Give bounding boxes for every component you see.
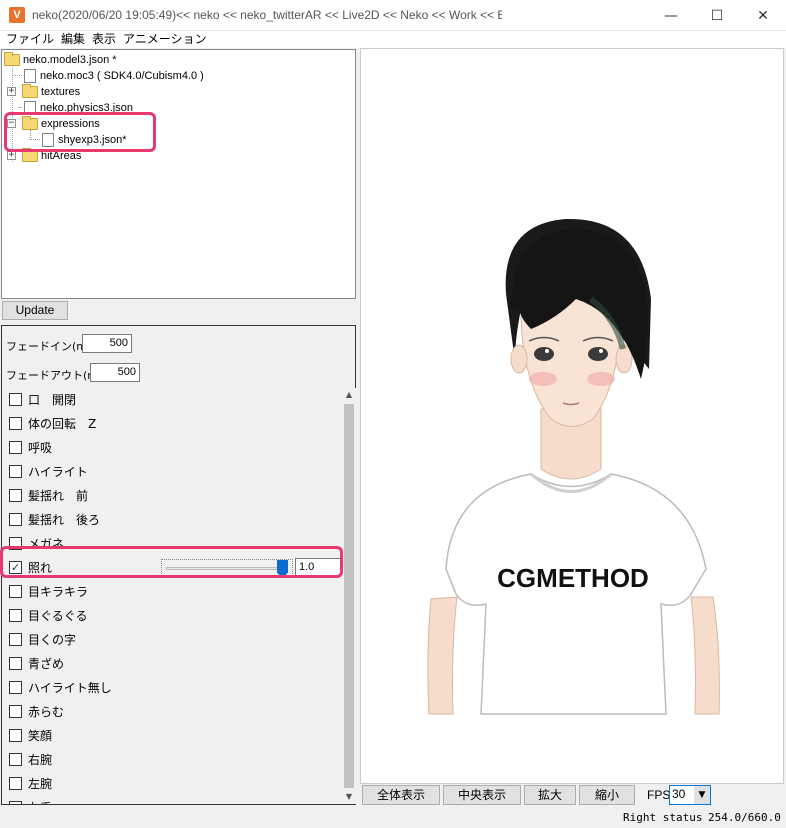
tree-item-moc[interactable]: neko.moc3 ( SDK4.0/Cubism4.0 ): [22, 68, 204, 84]
menu-animation[interactable]: アニメーション: [121, 31, 212, 48]
param-row[interactable]: 青ざめ: [4, 652, 341, 674]
param-row[interactable]: 目ぐるぐる: [4, 604, 341, 626]
scroll-down-arrow-icon[interactable]: ▼: [342, 790, 356, 804]
param-label: 口 開閉: [28, 392, 77, 407]
param-checkbox[interactable]: [9, 704, 22, 718]
folder-icon: [4, 52, 20, 66]
param-checkbox[interactable]: [9, 680, 22, 694]
param-checkbox[interactable]: [9, 800, 22, 804]
param-row[interactable]: 目くの字: [4, 628, 341, 650]
tree-item-textures[interactable]: textures: [22, 84, 80, 100]
cursor-coords: 254.0/660.0: [708, 811, 781, 824]
param-row[interactable]: 髪揺れ 前: [4, 484, 341, 506]
param-checkbox[interactable]: [9, 584, 22, 598]
param-label: 青ざめ: [28, 656, 65, 671]
param-label: 笑顔: [28, 728, 53, 743]
param-label: 髪揺れ 前: [28, 488, 89, 503]
param-label: ハイライト: [28, 464, 88, 479]
file-icon: [24, 69, 36, 83]
close-button[interactable]: ✕: [740, 0, 786, 31]
param-row[interactable]: 髪揺れ 後ろ: [4, 508, 341, 530]
viewport-toolbar: 全体表示 中央表示 拡大 縮小 FPS 30 ▼: [360, 785, 786, 807]
tree-connector: [13, 75, 22, 76]
menu-view[interactable]: 表示: [90, 31, 121, 48]
param-checkbox[interactable]: [9, 392, 22, 406]
menu-bar: ファイル 編集 表示 アニメーション: [0, 31, 786, 48]
param-row[interactable]: 呼吸: [4, 436, 341, 458]
param-checkbox[interactable]: [9, 416, 22, 430]
param-checkbox[interactable]: [9, 728, 22, 742]
expand-hitareas-toggle[interactable]: +: [7, 151, 16, 160]
scrollbar-thumb[interactable]: [344, 404, 354, 788]
tree-item-label: neko.moc3 ( SDK4.0/Cubism4.0 ): [40, 70, 204, 82]
param-checkbox[interactable]: [9, 632, 22, 646]
menu-edit[interactable]: 編集: [59, 31, 90, 48]
tree-item-model[interactable]: neko.model3.json *: [4, 52, 117, 68]
param-label: 右腕: [28, 752, 53, 767]
tree-item-label: textures: [41, 86, 81, 98]
highlight-annotation: [0, 546, 343, 578]
title-bar: V neko(2020/06/20 19:05:49)<< neko << ne…: [0, 0, 786, 31]
param-checkbox[interactable]: [9, 776, 22, 790]
param-row[interactable]: 目キラキラ: [4, 580, 341, 602]
param-row[interactable]: 右腕: [4, 748, 341, 770]
param-label: 髪揺れ 後ろ: [28, 512, 101, 527]
parameter-list: 口 開閉 体の回転 Z 呼吸 ハイライト 髪揺れ 前髪揺れ 後ろ メガネ ✓ 照れ 1.0 目キラ…: [4, 388, 341, 804]
param-row[interactable]: 笑顔: [4, 724, 341, 746]
window-title: neko(2020/06/20 19:05:49)<< neko << neko…: [32, 8, 502, 22]
vertical-scrollbar[interactable]: ▲ ▼: [342, 388, 356, 804]
param-checkbox[interactable]: [9, 464, 22, 478]
fps-select[interactable]: 30 ▼: [669, 785, 711, 805]
fade-in-input[interactable]: 500: [82, 334, 132, 353]
status-bar: Right status 254.0/660.0: [0, 808, 786, 828]
param-checkbox[interactable]: [9, 752, 22, 766]
param-row[interactable]: 赤らむ: [4, 700, 341, 722]
shirt-logo-text: CGMETHOD: [497, 563, 649, 593]
file-tree: neko.model3.json * neko.moc3 ( SDK4.0/Cu…: [1, 49, 356, 299]
param-row[interactable]: 体の回転 Z: [4, 412, 341, 434]
param-label: 左手: [28, 799, 52, 805]
param-checkbox[interactable]: [9, 440, 22, 454]
param-row[interactable]: ハイライト: [4, 460, 341, 482]
center-view-button[interactable]: 中央表示: [443, 785, 521, 805]
param-label: 左腕: [28, 776, 53, 791]
zoom-out-button[interactable]: 縮小: [579, 785, 635, 805]
character-illustration: CGMETHOD: [427, 218, 720, 715]
param-label: 目ぐるぐる: [28, 608, 88, 623]
param-checkbox[interactable]: [9, 608, 22, 622]
right-status-label: Right status: [623, 811, 703, 824]
folder-icon: [22, 84, 38, 98]
model-viewport[interactable]: CGMETHOD: [360, 48, 784, 784]
param-row[interactable]: 左手: [4, 796, 341, 804]
minimize-button[interactable]: —: [648, 0, 694, 31]
param-label: 赤らむ: [28, 704, 65, 719]
update-button[interactable]: Update: [2, 301, 68, 320]
menu-file[interactable]: ファイル: [4, 31, 59, 48]
param-label: 目くの字: [28, 632, 77, 647]
app-icon: V: [9, 7, 25, 23]
param-label: ハイライト無し: [28, 680, 112, 695]
param-label: 目キラキラ: [28, 584, 89, 599]
scroll-up-arrow-icon[interactable]: ▲: [342, 388, 356, 402]
param-checkbox[interactable]: [9, 656, 22, 670]
param-checkbox[interactable]: [9, 512, 22, 526]
dropdown-arrow-icon[interactable]: ▼: [694, 786, 710, 804]
highlight-annotation: [4, 112, 156, 152]
fps-label: FPS: [647, 788, 671, 802]
tree-item-label: neko.model3.json *: [23, 54, 117, 66]
expand-textures-toggle[interactable]: +: [7, 87, 16, 96]
param-checkbox[interactable]: [9, 488, 22, 502]
param-row[interactable]: 左腕: [4, 772, 341, 794]
param-label: 呼吸: [28, 440, 53, 455]
param-row[interactable]: ハイライト無し: [4, 676, 341, 698]
zoom-in-button[interactable]: 拡大: [524, 785, 576, 805]
fade-out-input[interactable]: 500: [90, 363, 140, 382]
param-label: 体の回転 Z: [28, 416, 97, 431]
fps-value: 30: [672, 787, 686, 801]
maximize-button[interactable]: ☐: [694, 0, 740, 31]
param-row[interactable]: 口 開閉: [4, 388, 341, 410]
fit-all-button[interactable]: 全体表示: [362, 785, 440, 805]
